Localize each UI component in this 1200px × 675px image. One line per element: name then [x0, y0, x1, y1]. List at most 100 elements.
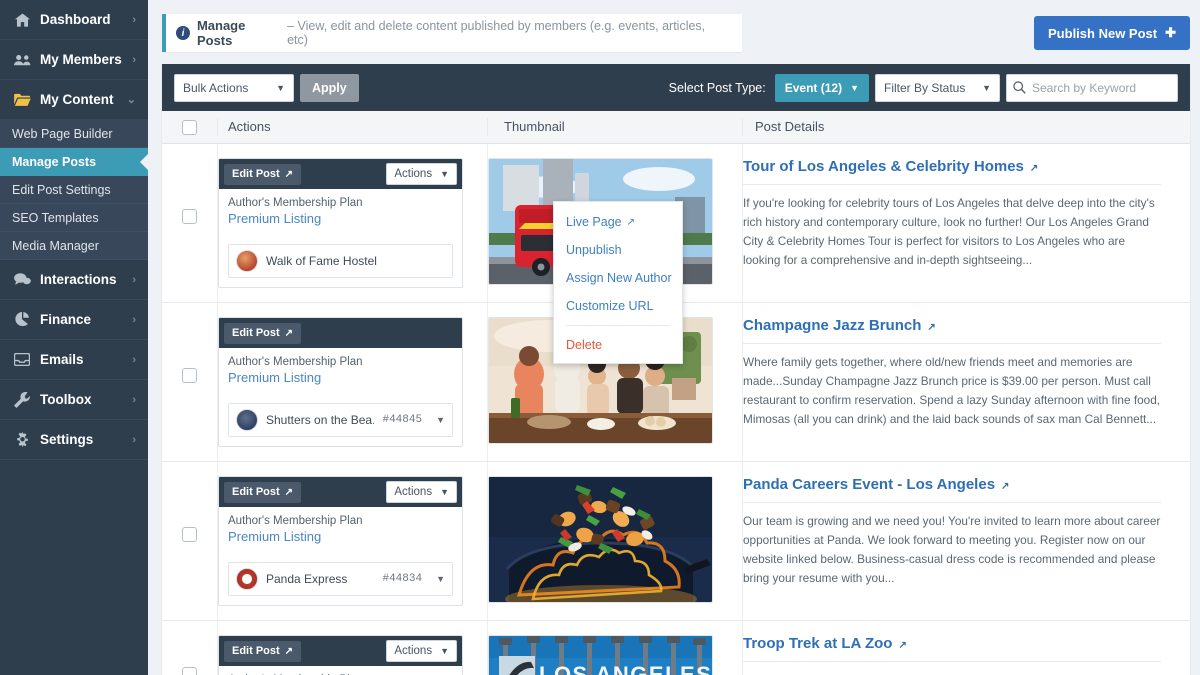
author-name: Shutters on the Bea...: [266, 413, 375, 427]
row-select-cell: [162, 303, 217, 461]
sidebar-item-label: My Members: [40, 52, 122, 67]
actions-dropdown-button[interactable]: Actions ▼: [386, 163, 457, 185]
divider: [743, 343, 1161, 344]
post-thumbnail[interactable]: [488, 476, 713, 603]
edit-post-button[interactable]: Edit Post ↗: [224, 640, 302, 662]
dropdown-item-live-page[interactable]: Live Page ↗: [554, 208, 682, 236]
row-checkbox[interactable]: [182, 367, 197, 383]
actions-dropdown-button[interactable]: Actions ▼: [386, 481, 457, 503]
select-post-type-label: Select Post Type:: [668, 80, 766, 95]
external-link-icon: ↗: [1001, 481, 1010, 492]
post-title-link[interactable]: Champagne Jazz Brunch ↗: [743, 317, 1190, 334]
edit-post-label: Edit Post: [232, 168, 280, 180]
post-title-link[interactable]: Panda Careers Event - Los Angeles ↗: [743, 476, 1190, 493]
author-row[interactable]: Walk of Fame Hostel: [228, 244, 453, 278]
actions-dropdown-button[interactable]: Actions ▼: [386, 640, 457, 662]
sidebar-item-my-members[interactable]: My Members ›: [0, 40, 148, 80]
row-select-cell: [162, 462, 217, 620]
edit-post-button[interactable]: Edit Post ↗: [224, 163, 302, 185]
sidebar-item-manage-posts[interactable]: Manage Posts: [0, 148, 148, 176]
plus-icon: ✚: [1165, 25, 1176, 40]
post-action-card: Edit Post ↗ Actions ▼ Author's Membershi…: [218, 635, 463, 675]
divider: [743, 184, 1161, 185]
column-label: Post Details: [755, 119, 825, 134]
author-name: Panda Express: [266, 572, 348, 586]
search-input[interactable]: [1032, 80, 1187, 95]
page-topbar: i Manage Posts – View, edit and delete c…: [162, 0, 1190, 64]
sidebar-item-settings[interactable]: Settings ›: [0, 420, 148, 460]
post-type-value: Event (12): [784, 80, 843, 95]
sidebar-sub-label: SEO Templates: [12, 210, 99, 225]
post-title-link[interactable]: Troop Trek at LA Zoo ↗: [743, 635, 1190, 652]
row-details-cell: Tour of Los Angeles & Celebrity Homes ↗ …: [742, 144, 1190, 302]
apply-button[interactable]: Apply: [300, 73, 359, 102]
inbox-icon: [12, 353, 32, 366]
search-icon: [1013, 81, 1026, 94]
row-checkbox[interactable]: [182, 208, 197, 224]
sidebar-item-web-page-builder[interactable]: Web Page Builder: [0, 120, 148, 148]
search-container: [1006, 73, 1187, 102]
sidebar-sub-label: Edit Post Settings: [12, 182, 111, 197]
info-icon: i: [176, 26, 190, 40]
dropdown-item-customize-url[interactable]: Customize URL: [554, 292, 682, 320]
bulk-actions-select[interactable]: Bulk Actions ▼: [174, 73, 294, 102]
select-all-checkbox[interactable]: [182, 119, 197, 135]
chevron-right-icon: ›: [132, 313, 136, 326]
chevron-right-icon: ›: [132, 273, 136, 286]
chevron-right-icon: ›: [132, 433, 136, 446]
membership-plan-value[interactable]: Premium Listing: [228, 370, 453, 385]
author-id: #44834: [382, 573, 423, 585]
membership-plan-value[interactable]: Premium Listing: [228, 529, 453, 544]
row-actions-cell: Edit Post ↗ Actions ▼ Author's Membershi…: [217, 462, 487, 620]
home-icon: [12, 12, 32, 27]
filter-by-status-label: Filter By Status: [884, 80, 966, 95]
post-thumbnail[interactable]: LOS ANGELES ZOO: [488, 635, 713, 675]
sidebar-item-label: Finance: [40, 312, 92, 327]
chevron-down-icon: ▼: [276, 82, 285, 93]
chevron-down-icon[interactable]: ▼: [436, 574, 445, 584]
row-actions-cell: Edit Post ↗ Actions ▼ Author's Membershi…: [217, 144, 487, 302]
app-root: Dashboard › My Members › My Content ⌄ We…: [0, 0, 1200, 675]
sidebar-item-my-content[interactable]: My Content ⌄: [0, 80, 148, 120]
sidebar-item-media-manager[interactable]: Media Manager: [0, 232, 148, 260]
wrench-icon: [12, 391, 32, 408]
edit-post-label: Edit Post: [232, 645, 280, 657]
sidebar-item-finance[interactable]: Finance ›: [0, 300, 148, 340]
sidebar-item-label: My Content: [40, 92, 114, 107]
row-checkbox[interactable]: [182, 526, 197, 542]
chevron-down-icon: ▼: [850, 82, 859, 93]
dropdown-item-unpublish[interactable]: Unpublish: [554, 236, 682, 264]
post-action-card-body: Author's Membership Plan Premium Listing: [219, 189, 462, 235]
publish-new-post-button[interactable]: Publish New Post ✚: [1034, 16, 1190, 50]
filter-by-status-select[interactable]: Filter By Status ▼: [875, 73, 1000, 102]
post-type-select[interactable]: Event (12) ▼: [774, 73, 869, 102]
post-title-link[interactable]: Tour of Los Angeles & Celebrity Homes ↗: [743, 158, 1190, 175]
divider: [743, 661, 1161, 662]
column-label: Thumbnail: [504, 119, 565, 134]
external-link-icon: ↗: [898, 640, 907, 651]
sidebar-item-emails[interactable]: Emails ›: [0, 340, 148, 380]
post-action-card-header: Edit Post ↗ Actions ▼: [219, 636, 462, 666]
chevron-down-icon[interactable]: ▼: [436, 415, 445, 425]
sidebar-item-dashboard[interactable]: Dashboard ›: [0, 0, 148, 40]
external-link-icon: ↗: [626, 216, 635, 228]
post-excerpt: Where family gets together, where old/ne…: [743, 355, 1161, 427]
sidebar-item-seo-templates[interactable]: SEO Templates: [0, 204, 148, 232]
edit-post-button[interactable]: Edit Post ↗: [224, 322, 302, 344]
chevron-down-icon: ▼: [440, 169, 449, 179]
chevron-right-icon: ›: [132, 353, 136, 366]
sidebar-item-toolbox[interactable]: Toolbox ›: [0, 380, 148, 420]
row-checkbox[interactable]: [182, 667, 197, 675]
external-link-icon: ↗: [284, 645, 294, 657]
edit-post-label: Edit Post: [232, 486, 280, 498]
membership-plan-label: Author's Membership Plan: [228, 197, 363, 209]
sidebar-item-interactions[interactable]: Interactions ›: [0, 260, 148, 300]
edit-post-button[interactable]: Edit Post ↗: [224, 481, 302, 503]
sidebar-item-edit-post-settings[interactable]: Edit Post Settings: [0, 176, 148, 204]
author-row[interactable]: Shutters on the Bea... #44845 ▼: [228, 403, 453, 437]
avatar: [236, 409, 258, 431]
dropdown-item-assign-new-author[interactable]: Assign New Author: [554, 264, 682, 292]
membership-plan-value[interactable]: Premium Listing: [228, 211, 453, 226]
author-row[interactable]: Panda Express #44834 ▼: [228, 562, 453, 596]
dropdown-item-delete[interactable]: Delete: [554, 331, 682, 359]
